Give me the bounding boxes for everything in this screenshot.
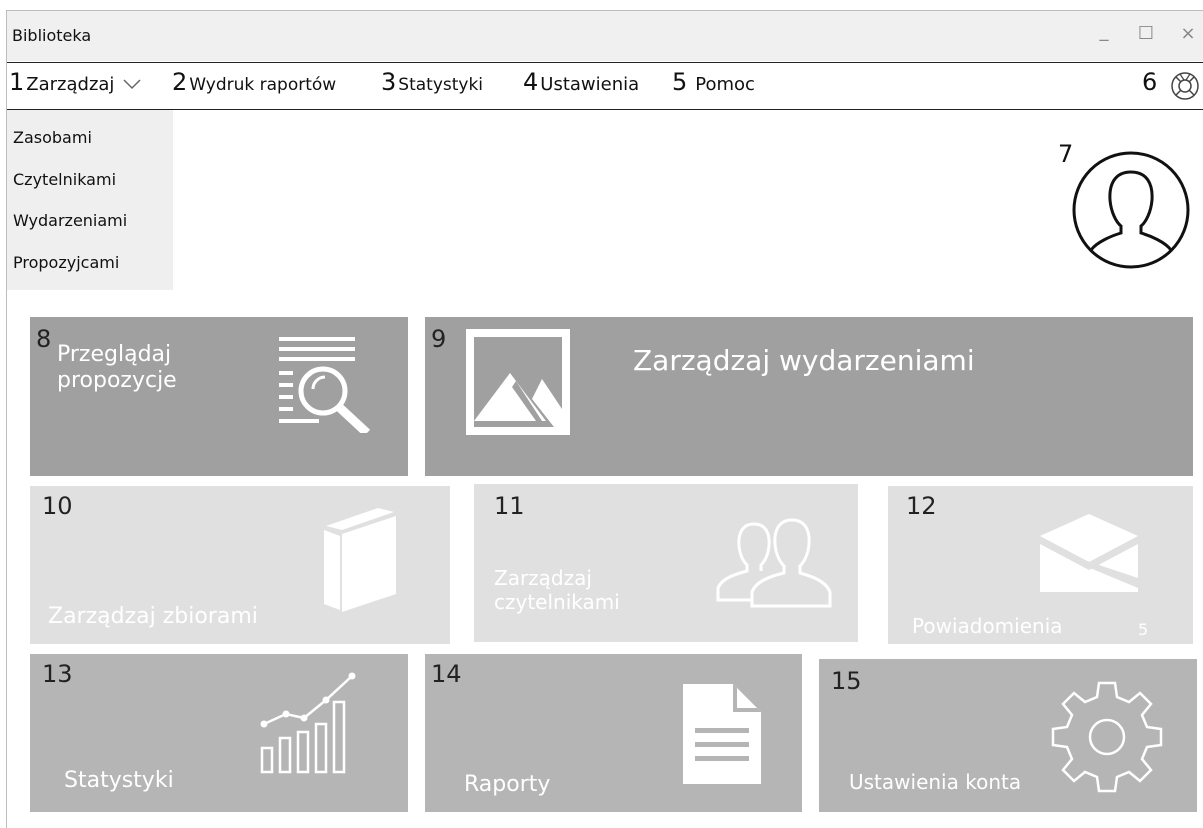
tile-label: Zarządzaj wydarzeniami: [633, 344, 975, 377]
menu-bar: 1 Zarządzaj 2 Wydruk raportów 3 Statysty…: [7, 62, 1203, 110]
tile-label-line2: propozycje: [57, 368, 177, 393]
chevron-down-icon: [123, 79, 141, 90]
menu-ustawienia[interactable]: 4 Ustawienia: [523, 68, 639, 96]
menu-statystyki[interactable]: 3 Statystyki: [381, 68, 483, 96]
menu-number: 1: [9, 68, 25, 96]
book-icon: [324, 508, 396, 612]
tile-przegladaj-propozycje[interactable]: 8 Przeglądaj propozycje: [30, 317, 408, 476]
chart-icon: [260, 672, 356, 774]
tile-number: 10: [42, 492, 73, 520]
users-icon: [716, 518, 832, 608]
tile-zarzadzaj-zbiorami[interactable]: 10 Zarządzaj zbiorami: [30, 486, 450, 644]
tile-number: 8: [36, 325, 52, 353]
zarzadzaj-dropdown: Zasobami Czytelnikami Wydarzeniami Propo…: [7, 110, 173, 290]
menu-zarzadzaj[interactable]: 1 Zarządzaj: [9, 68, 142, 96]
tile-number: 13: [42, 660, 73, 688]
tile-number: 9: [431, 325, 447, 353]
envelope-icon: [1040, 514, 1138, 592]
tile-label-line1: Zarządzaj: [494, 566, 592, 590]
close-button[interactable]: ×: [1177, 23, 1199, 44]
tile-label-line2: czytelnikami: [494, 590, 620, 614]
tile-label: Raporty: [464, 772, 551, 797]
tile-label: Powiadomienia: [912, 614, 1063, 638]
menu-wydruk-raportow[interactable]: 2 Wydruk raportów: [172, 68, 336, 96]
tile-number: 11: [494, 492, 525, 520]
maximize-button[interactable]: ☐: [1135, 23, 1157, 44]
image-icon: [466, 329, 570, 435]
dropdown-item-zasobami[interactable]: Zasobami: [13, 128, 92, 147]
tile-label: Statystyki: [64, 768, 174, 793]
tile-number: 14: [431, 660, 462, 688]
menu-label: Statystyki: [398, 75, 484, 95]
menu-pomoc[interactable]: 5 Pomoc: [672, 68, 755, 96]
tile-label: Zarządzaj zbiorami: [48, 604, 258, 629]
tile-zarzadzaj-wydarzeniami[interactable]: 9 Zarządzaj wydarzeniami: [425, 317, 1193, 476]
tile-raporty[interactable]: 14 Raporty: [425, 654, 802, 812]
menu-label: Ustawienia: [540, 74, 640, 95]
tile-powiadomienia[interactable]: 12 Powiadomienia 5: [888, 486, 1193, 644]
menu-number: 3: [381, 68, 397, 96]
tile-number: 12: [906, 492, 937, 520]
menu-number: 5: [672, 68, 688, 96]
minimize-button[interactable]: _: [1093, 21, 1115, 42]
menu-number: 2: [172, 68, 188, 96]
tile-label: Ustawienia konta: [849, 770, 1022, 794]
dropdown-item-propozycjami[interactable]: Propozyjcami: [13, 253, 119, 272]
window-title: Biblioteka: [12, 26, 92, 45]
title-bar: Biblioteka _ ☐ ×: [7, 11, 1203, 61]
tile-zarzadzaj-czytelnikami[interactable]: 11 Zarządzaj czytelnikami: [474, 484, 858, 642]
report-document-icon: [683, 684, 761, 784]
menu-label: Wydruk raportów: [189, 75, 337, 95]
dropdown-item-czytelnikami[interactable]: Czytelnikami: [13, 170, 116, 189]
menu-label: Zarządzaj: [26, 74, 115, 95]
document-search-icon: [279, 337, 371, 433]
tile-statystyki[interactable]: 13 Statystyki: [30, 654, 408, 812]
gear-icon: [1051, 681, 1163, 793]
tile-ustawienia-konta[interactable]: 15 Ustawienia konta: [819, 659, 1197, 812]
dropdown-item-wydarzeniami[interactable]: Wydarzeniami: [13, 211, 127, 230]
tile-label-line1: Przeglądaj: [57, 342, 172, 367]
menu-label: Pomoc: [695, 74, 755, 95]
lifebuoy-icon[interactable]: [1170, 71, 1200, 101]
notification-count-badge: 5: [1138, 620, 1149, 639]
user-avatar-icon[interactable]: [1071, 150, 1191, 270]
tile-number: 15: [831, 667, 862, 695]
menu-number: 4: [523, 68, 539, 96]
help-number: 6: [1142, 68, 1158, 96]
